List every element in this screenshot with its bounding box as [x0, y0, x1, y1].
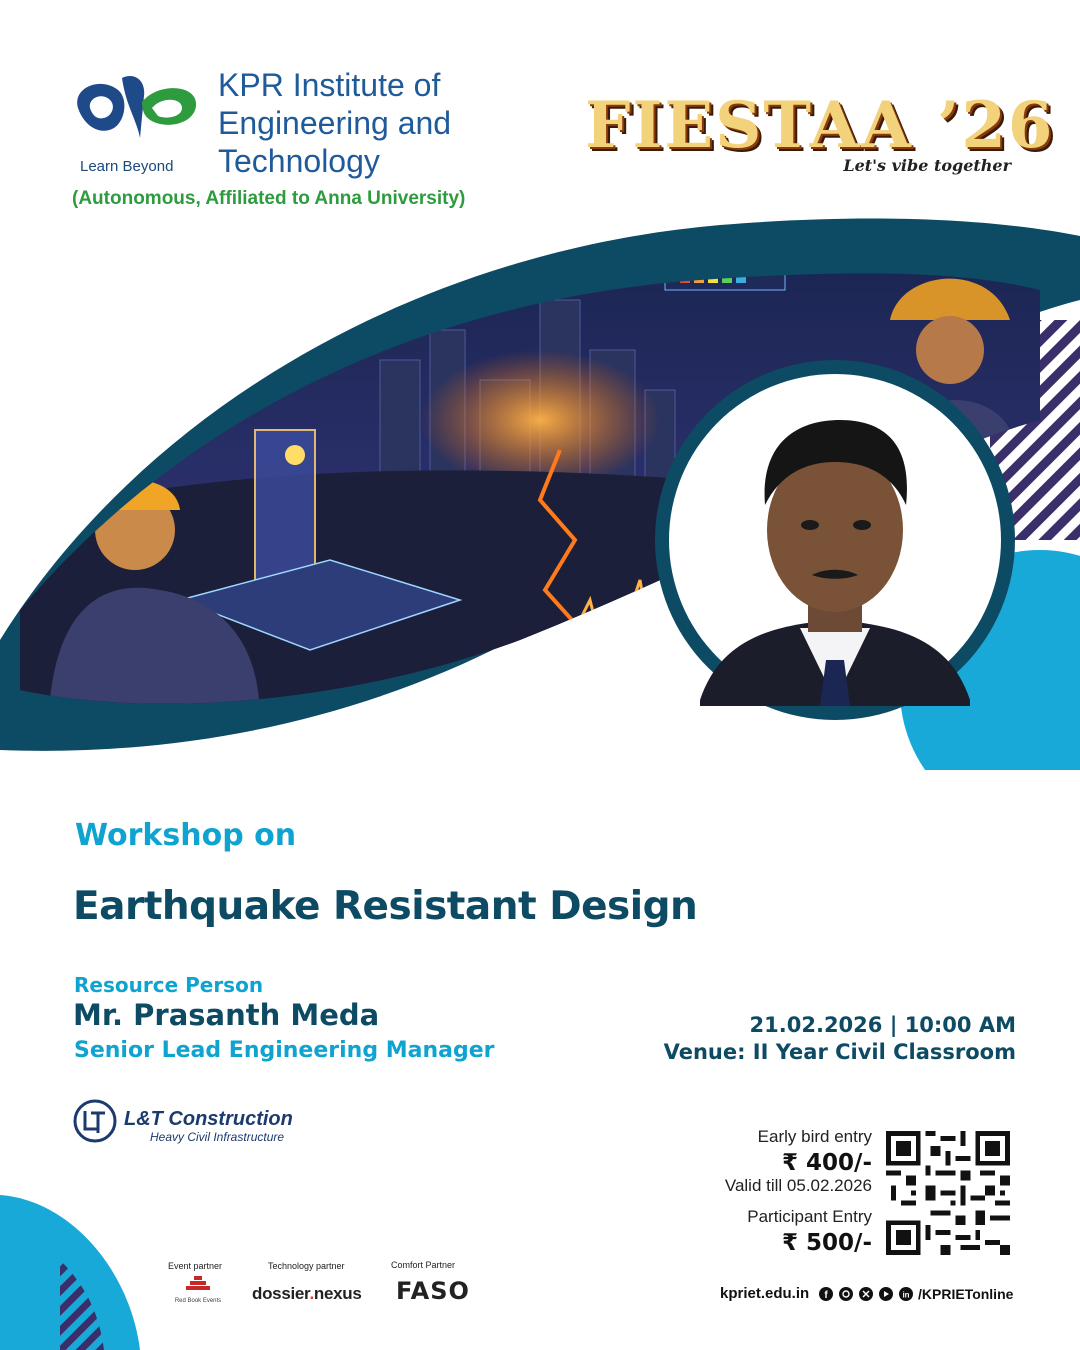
event-partner-label: Event partner: [168, 1261, 223, 1271]
comfort-partner-name: FASO: [396, 1277, 470, 1305]
hero-banner: [0, 218, 1080, 770]
red-book-events-logo-icon: [186, 1276, 210, 1290]
event-slogan: Let's vibe together: [843, 156, 1011, 175]
resource-person-role: Senior Lead Engineering Manager: [74, 1038, 495, 1063]
comfort-partner-label: Comfort Partner: [391, 1260, 456, 1270]
svg-text:in: in: [902, 1291, 909, 1300]
registration-qr-code[interactable]: [886, 1130, 1010, 1256]
kpr-logo-icon: [77, 76, 197, 138]
participant-entry-price: ₹ 500/-: [782, 1230, 872, 1256]
social-icons: f in: [819, 1287, 913, 1301]
facebook-icon[interactable]: f: [819, 1287, 833, 1301]
workshop-label: Workshop on: [75, 818, 297, 853]
technology-partner-label: Technology partner: [268, 1261, 345, 1271]
institute-name: KPR Institute of Engineering and Technol…: [218, 67, 452, 179]
x-icon[interactable]: [859, 1287, 873, 1301]
company-division: Heavy Civil Infrastructure: [150, 1130, 285, 1144]
early-bird-label: Early bird entry: [757, 1127, 872, 1146]
decor-arc: [0, 1195, 140, 1350]
event-logo: FIESTAA ’26 Let's vibe together: [585, 88, 1052, 180]
event-partner-name: Red Book Events: [174, 1298, 222, 1304]
website-link[interactable]: kpriet.edu.in: [720, 1285, 809, 1302]
early-bird-validity: Valid till 05.02.2026: [724, 1176, 872, 1195]
early-bird-price: ₹ 400/-: [782, 1150, 872, 1176]
youtube-icon[interactable]: [879, 1287, 893, 1301]
social-handle[interactable]: /KPRIETonline: [918, 1286, 1013, 1302]
participant-entry-label: Participant Entry: [747, 1207, 872, 1226]
event-date-time: 21.02.2026 | 10:00 AM: [749, 1013, 1016, 1037]
event-title: FIESTAA ’26: [585, 88, 1055, 163]
institute-tagline: Learn Beyond: [80, 158, 174, 175]
instagram-icon[interactable]: [839, 1287, 853, 1301]
linkedin-icon[interactable]: in: [899, 1287, 913, 1301]
workshop-title: Earthquake Resistant Design: [73, 884, 698, 929]
technology-partner-name: dossier.nexus: [252, 1284, 362, 1303]
company-name: L&T Construction: [124, 1108, 293, 1130]
resource-person-name: Mr. Prasanth Meda: [73, 998, 380, 1032]
institute-affiliation: (Autonomous, Affiliated to Anna Universi…: [72, 188, 466, 209]
event-venue: Venue: II Year Civil Classroom: [663, 1040, 1016, 1064]
resource-person-label: Resource Person: [74, 973, 264, 997]
